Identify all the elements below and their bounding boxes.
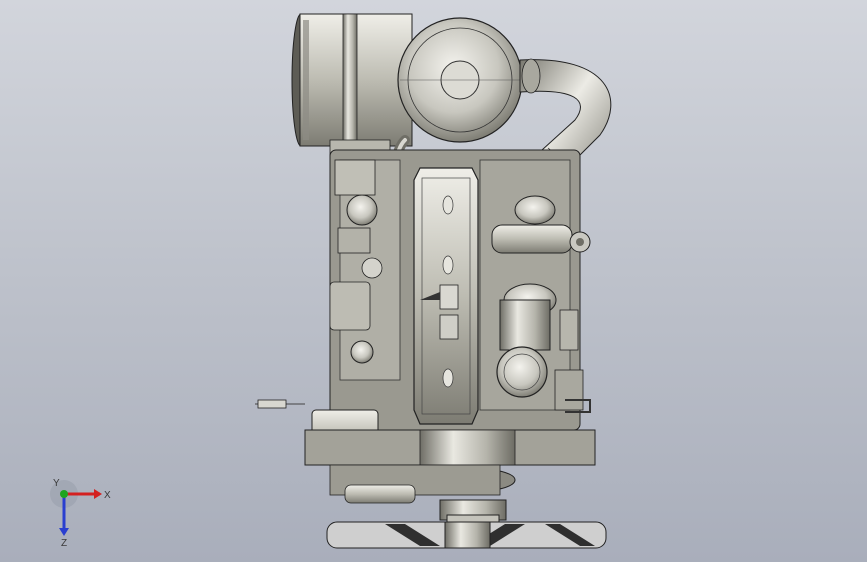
y-axis-dot (60, 490, 68, 498)
y-axis-label: Y (53, 478, 60, 489)
oil-filter[interactable] (496, 346, 548, 398)
valve-cover[interactable] (413, 167, 479, 425)
graphics-viewport[interactable]: X Y Z (0, 0, 867, 562)
z-axis-label: Z (61, 538, 67, 548)
engine-model-3d[interactable] (0, 0, 867, 562)
coordinate-triad: X Y Z (50, 478, 111, 548)
dipstick[interactable] (255, 399, 305, 409)
air-filter-housing[interactable] (291, 13, 413, 161)
x-axis-label: X (104, 490, 111, 501)
cooling-fan[interactable] (326, 521, 607, 549)
intake-cover-disc[interactable] (397, 17, 523, 143)
